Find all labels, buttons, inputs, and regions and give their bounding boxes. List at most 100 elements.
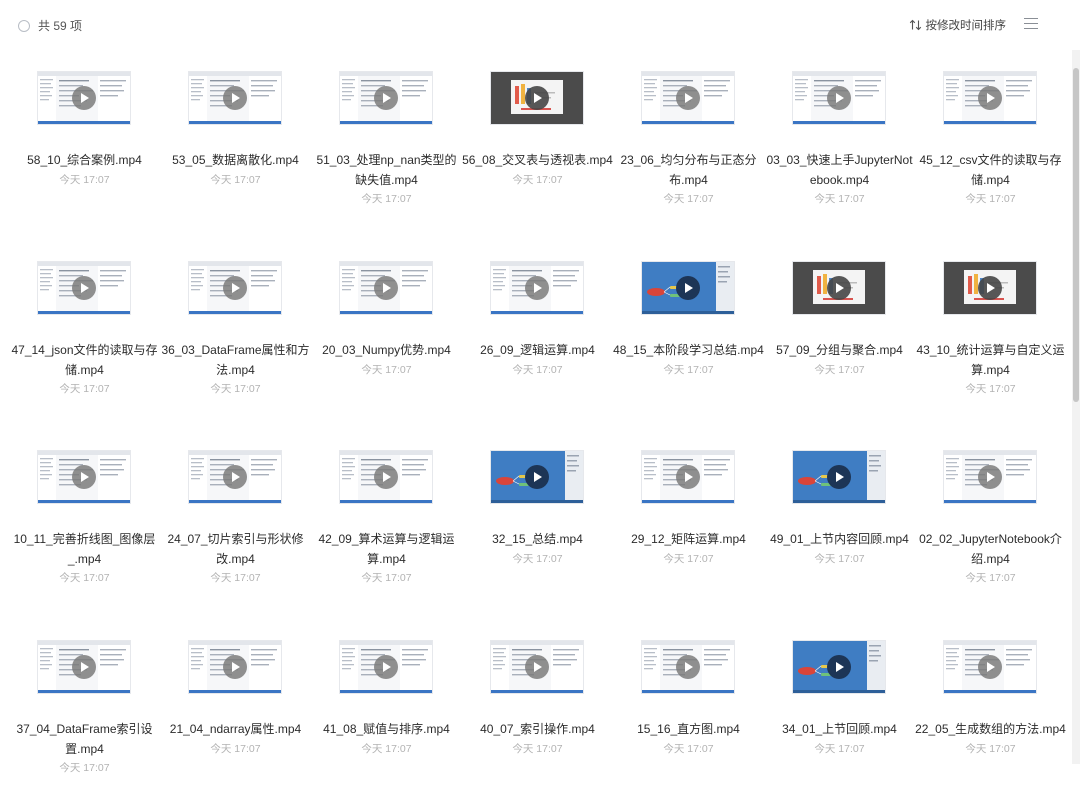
play-icon[interactable] — [978, 655, 1002, 679]
video-thumbnail[interactable] — [340, 262, 432, 314]
play-icon[interactable] — [374, 655, 398, 679]
file-item[interactable]: 32_15_总结.mp4 今天 17:07 — [462, 429, 613, 609]
file-name[interactable]: 49_01_上节内容回顾.mp4 — [764, 530, 915, 550]
play-icon[interactable] — [525, 655, 549, 679]
play-icon[interactable] — [525, 276, 549, 300]
sort-button[interactable]: 按修改时间排序 — [909, 17, 1006, 33]
file-name[interactable]: 45_12_csv文件的读取与存储.mp4 — [915, 151, 1066, 190]
play-icon[interactable] — [223, 655, 247, 679]
file-item[interactable]: 53_05_数据离散化.mp4 今天 17:07 — [160, 50, 311, 230]
video-thumbnail[interactable] — [38, 262, 130, 314]
file-item[interactable]: 26_09_逻辑运算.mp4 今天 17:07 — [462, 240, 613, 420]
file-item[interactable]: 57_09_分组与聚合.mp4 今天 17:07 — [764, 240, 915, 420]
vertical-scrollbar[interactable] — [1072, 50, 1080, 764]
play-icon[interactable] — [374, 465, 398, 489]
play-icon[interactable] — [223, 86, 247, 110]
file-item[interactable]: 22_05_生成数组的方法.mp4 今天 17:07 — [915, 619, 1066, 799]
file-name[interactable]: 37_04_DataFrame索引设置.mp4 — [9, 720, 160, 759]
video-thumbnail[interactable] — [642, 641, 734, 693]
file-name[interactable]: 40_07_索引操作.mp4 — [462, 720, 613, 740]
video-thumbnail[interactable] — [793, 451, 885, 503]
video-thumbnail[interactable] — [793, 72, 885, 124]
play-icon[interactable] — [72, 86, 96, 110]
file-item[interactable]: 36_03_DataFrame属性和方法.mp4 今天 17:07 — [160, 240, 311, 420]
file-item[interactable]: 48_15_本阶段学习总结.mp4 今天 17:07 — [613, 240, 764, 420]
file-item[interactable]: 20_03_Numpy优势.mp4 今天 17:07 — [311, 240, 462, 420]
file-item[interactable]: 29_12_矩阵运算.mp4 今天 17:07 — [613, 429, 764, 609]
video-thumbnail[interactable] — [38, 451, 130, 503]
play-icon[interactable] — [676, 655, 700, 679]
video-thumbnail[interactable] — [340, 641, 432, 693]
file-name[interactable]: 42_09_算术运算与逻辑运算.mp4 — [311, 530, 462, 569]
file-item[interactable]: 21_04_ndarray属性.mp4 今天 17:07 — [160, 619, 311, 799]
play-icon[interactable] — [978, 86, 1002, 110]
file-item[interactable]: 34_01_上节回顾.mp4 今天 17:07 — [764, 619, 915, 799]
video-thumbnail[interactable] — [642, 262, 734, 314]
video-thumbnail[interactable] — [491, 262, 583, 314]
play-icon[interactable] — [223, 465, 247, 489]
file-name[interactable]: 36_03_DataFrame属性和方法.mp4 — [160, 341, 311, 380]
file-item[interactable]: 02_02_JupyterNotebook介绍.mp4 今天 17:07 — [915, 429, 1066, 609]
file-item[interactable]: 49_01_上节内容回顾.mp4 今天 17:07 — [764, 429, 915, 609]
list-view-menu-icon[interactable] — [1024, 18, 1038, 30]
play-icon[interactable] — [827, 86, 851, 110]
play-icon[interactable] — [525, 465, 549, 489]
file-name[interactable]: 48_15_本阶段学习总结.mp4 — [613, 341, 764, 361]
play-icon[interactable] — [978, 276, 1002, 300]
file-item[interactable]: 37_04_DataFrame索引设置.mp4 今天 17:07 — [9, 619, 160, 799]
file-item[interactable]: 41_08_赋值与排序.mp4 今天 17:07 — [311, 619, 462, 799]
play-icon[interactable] — [72, 276, 96, 300]
play-icon[interactable] — [374, 276, 398, 300]
play-icon[interactable] — [978, 465, 1002, 489]
file-name[interactable]: 29_12_矩阵运算.mp4 — [613, 530, 764, 550]
video-thumbnail[interactable] — [944, 641, 1036, 693]
file-name[interactable]: 26_09_逻辑运算.mp4 — [462, 341, 613, 361]
video-thumbnail[interactable] — [189, 641, 281, 693]
file-item[interactable]: 47_14_json文件的读取与存储.mp4 今天 17:07 — [9, 240, 160, 420]
video-thumbnail[interactable] — [491, 451, 583, 503]
play-icon[interactable] — [827, 276, 851, 300]
video-thumbnail[interactable] — [189, 262, 281, 314]
video-thumbnail[interactable] — [491, 641, 583, 693]
video-thumbnail[interactable] — [189, 72, 281, 124]
video-thumbnail[interactable] — [642, 72, 734, 124]
file-item[interactable]: 43_10_统计运算与自定义运算.mp4 今天 17:07 — [915, 240, 1066, 420]
video-thumbnail[interactable] — [491, 72, 583, 124]
file-item[interactable]: 23_06_均匀分布与正态分布.mp4 今天 17:07 — [613, 50, 764, 230]
video-thumbnail[interactable] — [189, 451, 281, 503]
file-name[interactable]: 24_07_切片索引与形状修改.mp4 — [160, 530, 311, 569]
file-item[interactable]: 58_10_综合案例.mp4 今天 17:07 — [9, 50, 160, 230]
video-thumbnail[interactable] — [793, 262, 885, 314]
play-icon[interactable] — [374, 86, 398, 110]
play-icon[interactable] — [223, 276, 247, 300]
file-name[interactable]: 03_03_快速上手JupyterNotebook.mp4 — [764, 151, 915, 190]
play-icon[interactable] — [827, 465, 851, 489]
file-item[interactable]: 42_09_算术运算与逻辑运算.mp4 今天 17:07 — [311, 429, 462, 609]
play-icon[interactable] — [525, 86, 549, 110]
video-thumbnail[interactable] — [38, 641, 130, 693]
video-thumbnail[interactable] — [944, 451, 1036, 503]
file-name[interactable]: 58_10_综合案例.mp4 — [9, 151, 160, 171]
file-name[interactable]: 23_06_均匀分布与正态分布.mp4 — [613, 151, 764, 190]
file-item[interactable]: 15_16_直方图.mp4 今天 17:07 — [613, 619, 764, 799]
video-thumbnail[interactable] — [642, 451, 734, 503]
file-name[interactable]: 02_02_JupyterNotebook介绍.mp4 — [915, 530, 1066, 569]
file-name[interactable]: 56_08_交叉表与透视表.mp4 — [462, 151, 613, 171]
play-icon[interactable] — [676, 86, 700, 110]
file-name[interactable]: 57_09_分组与聚合.mp4 — [764, 341, 915, 361]
file-name[interactable]: 43_10_统计运算与自定义运算.mp4 — [915, 341, 1066, 380]
video-thumbnail[interactable] — [340, 72, 432, 124]
file-name[interactable]: 21_04_ndarray属性.mp4 — [160, 720, 311, 740]
select-all-checkbox[interactable]: 共 59 项 — [18, 17, 82, 34]
play-icon[interactable] — [827, 655, 851, 679]
video-thumbnail[interactable] — [944, 262, 1036, 314]
file-name[interactable]: 51_03_处理np_nan类型的缺失值.mp4 — [311, 151, 462, 190]
file-name[interactable]: 10_11_完善折线图_图像层_.mp4 — [9, 530, 160, 569]
file-name[interactable]: 53_05_数据离散化.mp4 — [160, 151, 311, 171]
file-item[interactable]: 45_12_csv文件的读取与存储.mp4 今天 17:07 — [915, 50, 1066, 230]
file-name[interactable]: 32_15_总结.mp4 — [462, 530, 613, 550]
file-item[interactable]: 40_07_索引操作.mp4 今天 17:07 — [462, 619, 613, 799]
video-thumbnail[interactable] — [793, 641, 885, 693]
video-thumbnail[interactable] — [38, 72, 130, 124]
scrollbar-thumb[interactable] — [1073, 68, 1079, 402]
